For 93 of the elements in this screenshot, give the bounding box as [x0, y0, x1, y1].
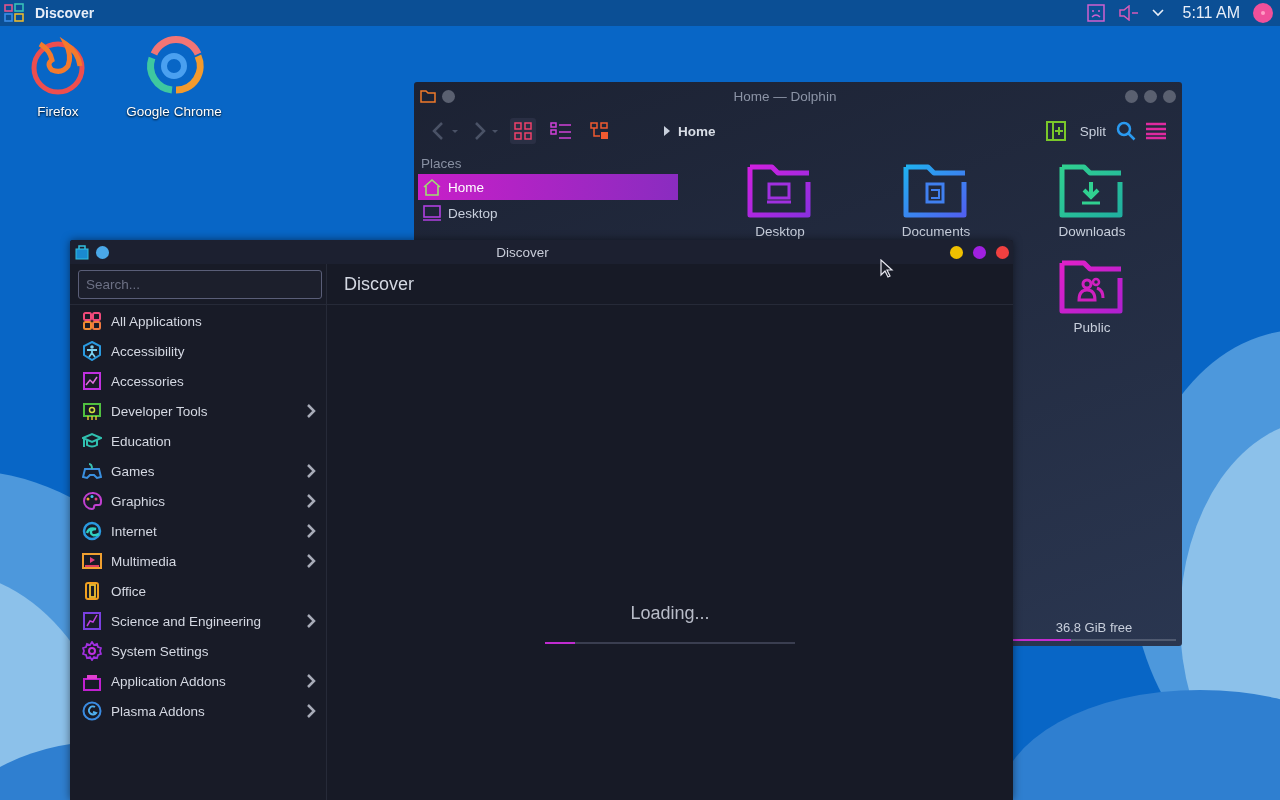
category-item[interactable]: System Settings: [70, 636, 326, 666]
chevron-right-icon[interactable]: [306, 403, 316, 419]
monitor-icon: [422, 204, 442, 222]
circuit-board-icon: [82, 401, 102, 421]
places-item-label[interactable]: Desktop: [448, 205, 498, 221]
chevron-right-icon[interactable]: [306, 493, 316, 509]
category-label[interactable]: Graphics: [111, 493, 297, 509]
gamepad-icon: [82, 461, 102, 481]
category-item[interactable]: Graphics: [70, 486, 326, 516]
category-label[interactable]: Developer Tools: [111, 403, 297, 419]
chevron-down-icon[interactable]: [1152, 9, 1165, 17]
category-label[interactable]: Accessories: [111, 373, 316, 389]
category-item[interactable]: Application Addons: [70, 666, 326, 696]
places-item[interactable]: Home: [418, 174, 678, 200]
icons-view-button[interactable]: [510, 118, 536, 144]
category-label[interactable]: Office: [111, 583, 316, 599]
documents-icon: [82, 581, 102, 601]
places-item-label[interactable]: Home: [448, 179, 484, 195]
window-title: Home — Dolphin: [732, 88, 838, 104]
category-label[interactable]: System Settings: [111, 643, 316, 659]
folder-label[interactable]: Documents: [901, 224, 971, 239]
pin-button[interactable]: [96, 245, 109, 259]
category-item[interactable]: All Applications: [70, 306, 326, 336]
laptop-folder-icon[interactable]: [747, 164, 813, 220]
gear-icon: [82, 641, 102, 661]
chevron-right-icon[interactable]: [306, 463, 316, 479]
category-label[interactable]: Games: [111, 463, 297, 479]
folder-label[interactable]: Public: [1073, 320, 1111, 335]
category-item[interactable]: Accessories: [70, 366, 326, 396]
close-button[interactable]: [1163, 89, 1176, 103]
category-item[interactable]: Plasma Addons: [70, 696, 326, 726]
category-item[interactable]: Multimedia: [70, 546, 326, 576]
folder-label[interactable]: Downloads: [1058, 224, 1126, 239]
category-label[interactable]: All Applications: [111, 313, 316, 329]
house-icon: [422, 178, 442, 196]
shopping-bag-icon: [74, 244, 90, 260]
maximize-button[interactable]: [973, 245, 986, 259]
chevron-right-icon[interactable]: [306, 523, 316, 539]
category-item[interactable]: Games: [70, 456, 326, 486]
breadcrumb-item[interactable]: Home: [678, 123, 716, 139]
category-label[interactable]: Accessibility: [111, 343, 316, 359]
split-button[interactable]: Split: [1045, 121, 1106, 141]
category-label[interactable]: Plasma Addons: [111, 703, 297, 719]
chevron-right-icon[interactable]: [306, 673, 316, 689]
maximize-button[interactable]: [1144, 89, 1157, 103]
category-label[interactable]: Application Addons: [111, 673, 297, 689]
palette-icon: [82, 491, 102, 511]
chevron-right-icon[interactable]: [306, 703, 316, 719]
play-screen-icon: [82, 551, 102, 571]
caret-right-icon[interactable]: [664, 126, 670, 136]
folder-label[interactable]: Desktop: [755, 224, 805, 239]
active-app-title: Discover: [35, 5, 95, 21]
places-item[interactable]: Desktop: [418, 200, 678, 226]
clock[interactable]: 5:11 AM: [1182, 4, 1240, 22]
places-header: Places: [420, 156, 463, 173]
category-item[interactable]: Accessibility: [70, 336, 326, 366]
swirl-icon: [82, 701, 102, 721]
people-folder-icon[interactable]: [1059, 260, 1125, 316]
chart-icon: [82, 371, 102, 391]
search-field[interactable]: Search...: [78, 270, 322, 299]
folder-icon: [420, 89, 436, 103]
category-label[interactable]: Multimedia: [111, 553, 297, 569]
desktop-icon-label[interactable]: Google Chrome: [126, 104, 222, 119]
category-item[interactable]: Developer Tools: [70, 396, 326, 426]
category-label[interactable]: Science and Engineering: [111, 613, 297, 629]
user-avatar-icon[interactable]: [1252, 2, 1274, 24]
category-item[interactable]: Internet: [70, 516, 326, 546]
category-label[interactable]: Internet: [111, 523, 297, 539]
chevron-right-icon[interactable]: [306, 613, 316, 629]
sad-face-icon[interactable]: [1086, 3, 1107, 23]
close-button[interactable]: [996, 245, 1009, 259]
back-arrow-icon[interactable]: [430, 120, 460, 142]
globe-swirl-icon: [82, 521, 102, 541]
graph-paper-icon: [82, 611, 102, 631]
category-item[interactable]: Science and Engineering: [70, 606, 326, 636]
split-view-icon: [1045, 121, 1066, 141]
app-launcher-icon[interactable]: [3, 2, 25, 24]
minimize-button[interactable]: [950, 245, 963, 259]
category-label[interactable]: Education: [111, 433, 316, 449]
category-item[interactable]: Education: [70, 426, 326, 456]
speaker-muted-icon[interactable]: [1118, 5, 1141, 21]
window-title: Discover: [495, 244, 550, 260]
download-folder-icon[interactable]: [1059, 164, 1125, 220]
document-folder-icon[interactable]: [903, 164, 969, 220]
chevron-right-icon[interactable]: [306, 553, 316, 569]
desktop-icon-label[interactable]: Firefox: [37, 104, 79, 119]
free-space-label: 36.8 GiB free: [1054, 620, 1134, 635]
loading-label: Loading...: [630, 603, 710, 624]
category-item[interactable]: Office: [70, 576, 326, 606]
search-icon[interactable]: [1116, 121, 1136, 141]
grid-icon: [82, 311, 102, 331]
menu-icon[interactable]: [1146, 122, 1166, 140]
person-icon: [82, 341, 102, 361]
